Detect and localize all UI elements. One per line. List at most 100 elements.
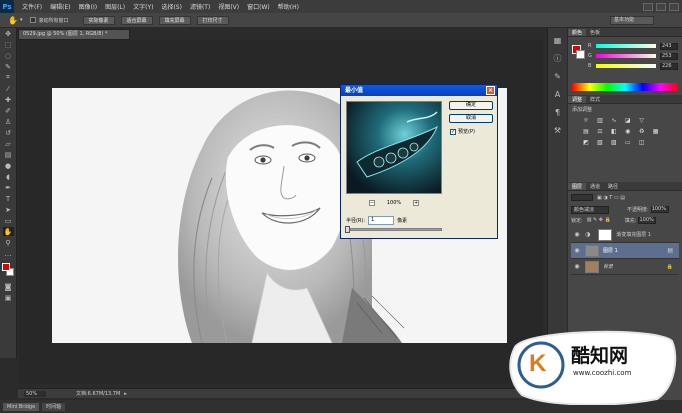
character-panel-icon[interactable]: A: [551, 88, 565, 100]
threshold-icon[interactable]: ▨: [609, 138, 619, 146]
fit-screen-button[interactable]: 适合屏幕: [120, 15, 153, 25]
selective-color-icon[interactable]: ◫: [637, 138, 647, 146]
radius-slider-thumb[interactable]: [345, 226, 350, 233]
quick-mask-icon[interactable]: ◙: [3, 282, 14, 291]
crop-tool-icon[interactable]: ⌗: [3, 73, 14, 82]
maximize-button[interactable]: [656, 2, 666, 11]
history-brush-tool-icon[interactable]: ↺: [3, 128, 14, 137]
visibility-eye-icon[interactable]: ◉: [571, 263, 583, 270]
layer-row-gradient-fill[interactable]: ◉ ◑ 渐变填充图层 1: [571, 227, 679, 243]
brush-panel-icon[interactable]: ✎: [551, 70, 565, 82]
path-select-tool-icon[interactable]: ➤: [3, 205, 14, 214]
radius-slider[interactable]: [345, 226, 442, 233]
green-value[interactable]: 253: [660, 52, 678, 60]
ok-button[interactable]: 确定: [449, 101, 493, 110]
bg-color-chip[interactable]: [576, 50, 585, 59]
blue-slider[interactable]: [596, 64, 656, 68]
fill-screen-button[interactable]: 填充屏幕: [158, 15, 191, 25]
tab-channels[interactable]: 通道: [586, 183, 604, 190]
status-menu-chevron-icon[interactable]: ▸: [124, 391, 127, 397]
gradient-tool-icon[interactable]: ▤: [3, 150, 14, 159]
exposure-icon[interactable]: ◪: [623, 116, 633, 124]
filter-icons[interactable]: ▣ ◑ T ▭ ▤: [597, 195, 625, 201]
document-tab[interactable]: 0529.jpg @ 50% (图层 1, RGB/8) *: [18, 29, 130, 40]
zoom-tool-icon[interactable]: ⚲: [3, 238, 14, 247]
stamp-tool-icon[interactable]: ♙: [3, 117, 14, 126]
levels-icon[interactable]: ▥: [595, 116, 605, 124]
menu-view[interactable]: 视图(V): [218, 2, 239, 11]
menu-window[interactable]: 窗口(W): [247, 2, 270, 11]
eraser-tool-icon[interactable]: ▱: [3, 139, 14, 148]
zoom-out-button[interactable]: −: [369, 200, 375, 206]
close-icon[interactable]: ×: [486, 86, 495, 95]
filter-preview[interactable]: [346, 101, 442, 194]
tab-paths[interactable]: 路径: [604, 183, 622, 190]
eyedropper-tool-icon[interactable]: ⁄: [3, 84, 14, 93]
menu-filter[interactable]: 滤镜(T): [190, 2, 210, 11]
filter-kind-select[interactable]: [571, 194, 593, 201]
hue-saturation-icon[interactable]: ▤: [581, 127, 591, 135]
blend-mode-select[interactable]: 颜色减淡: [571, 205, 609, 214]
curves-icon[interactable]: ∿: [609, 116, 619, 124]
blue-value[interactable]: 226: [660, 62, 678, 70]
move-tool-icon[interactable]: ✥: [3, 29, 14, 38]
tab-timeline[interactable]: 时间轴: [42, 402, 66, 411]
tool-presets-icon[interactable]: ⚒: [551, 124, 565, 136]
workspace-select[interactable]: 基本功能: [610, 16, 654, 25]
zoom-level[interactable]: 50%: [24, 390, 46, 397]
color-swatches[interactable]: [1, 262, 16, 278]
menu-file[interactable]: 文件(F): [22, 2, 42, 11]
color-balance-icon[interactable]: ⚖: [595, 127, 605, 135]
menu-image[interactable]: 图像(I): [79, 2, 97, 11]
history-panel-icon[interactable]: ▦: [551, 34, 565, 46]
minimize-button[interactable]: [643, 2, 653, 11]
brush-tool-icon[interactable]: ✐: [3, 106, 14, 115]
close-window-button[interactable]: [669, 2, 679, 11]
marquee-tool-icon[interactable]: ⬚: [3, 40, 14, 49]
type-tool-icon[interactable]: T: [3, 194, 14, 203]
foreground-color-swatch[interactable]: [1, 263, 10, 271]
tool-preset-chevron-icon[interactable]: ▾: [20, 17, 23, 23]
lasso-tool-icon[interactable]: ◌: [3, 51, 14, 60]
screen-mode-icon[interactable]: ▣: [3, 293, 14, 302]
actual-pixels-button[interactable]: 实际像素: [82, 15, 115, 25]
red-value[interactable]: 243: [660, 42, 678, 50]
opacity-value[interactable]: 100%: [650, 206, 669, 213]
tab-color[interactable]: 颜色: [568, 28, 587, 36]
more-tools-icon[interactable]: …: [3, 249, 14, 258]
shape-tool-icon[interactable]: ▭: [3, 216, 14, 225]
tab-mini-bridge[interactable]: Mini Bridge: [3, 402, 40, 411]
menu-help[interactable]: 帮助(H): [278, 2, 299, 11]
cancel-button[interactable]: 取消: [449, 114, 493, 123]
green-slider[interactable]: [596, 54, 656, 58]
posterize-icon[interactable]: ▧: [595, 138, 605, 146]
properties-panel-icon[interactable]: ⓘ: [551, 52, 565, 64]
brightness-icon[interactable]: ☼: [581, 116, 591, 124]
radius-input[interactable]: 1: [368, 215, 395, 225]
tab-layers[interactable]: 图层: [568, 182, 587, 190]
tab-swatches[interactable]: 色板: [586, 29, 604, 36]
black-white-icon[interactable]: ◧: [609, 127, 619, 135]
print-size-button[interactable]: 打印尺寸: [196, 15, 229, 25]
red-slider[interactable]: [596, 44, 656, 48]
layer-row-layer-1[interactable]: ◉ 图层 1 ▤: [571, 243, 679, 259]
channel-mixer-icon[interactable]: ♻: [637, 127, 647, 135]
layer-row-background[interactable]: ◉ 背景 🔒: [571, 259, 679, 275]
hand-tool-icon[interactable]: ✋: [2, 227, 14, 236]
visibility-eye-icon[interactable]: ◉: [571, 247, 583, 254]
invert-icon[interactable]: ◩: [581, 138, 591, 146]
quick-select-tool-icon[interactable]: ✎: [3, 62, 14, 71]
zoom-in-button[interactable]: +: [412, 200, 419, 206]
tab-adjustments[interactable]: 调整: [568, 95, 587, 103]
blur-tool-icon[interactable]: ●: [3, 161, 14, 170]
menu-type[interactable]: 文字(Y): [133, 2, 153, 11]
paragraph-panel-icon[interactable]: ¶: [551, 106, 565, 118]
dodge-tool-icon[interactable]: ◖: [3, 172, 14, 181]
preview-checkbox[interactable]: ✓: [450, 128, 456, 135]
color-lookup-icon[interactable]: ▦: [651, 127, 661, 135]
menu-layer[interactable]: 图层(L): [105, 2, 125, 11]
vibrance-icon[interactable]: ▽: [637, 116, 647, 124]
fill-value[interactable]: 100%: [638, 216, 657, 224]
color-spectrum[interactable]: [572, 83, 678, 91]
lock-icons[interactable]: ▨ ✎ ✥ 🔒: [587, 217, 611, 223]
